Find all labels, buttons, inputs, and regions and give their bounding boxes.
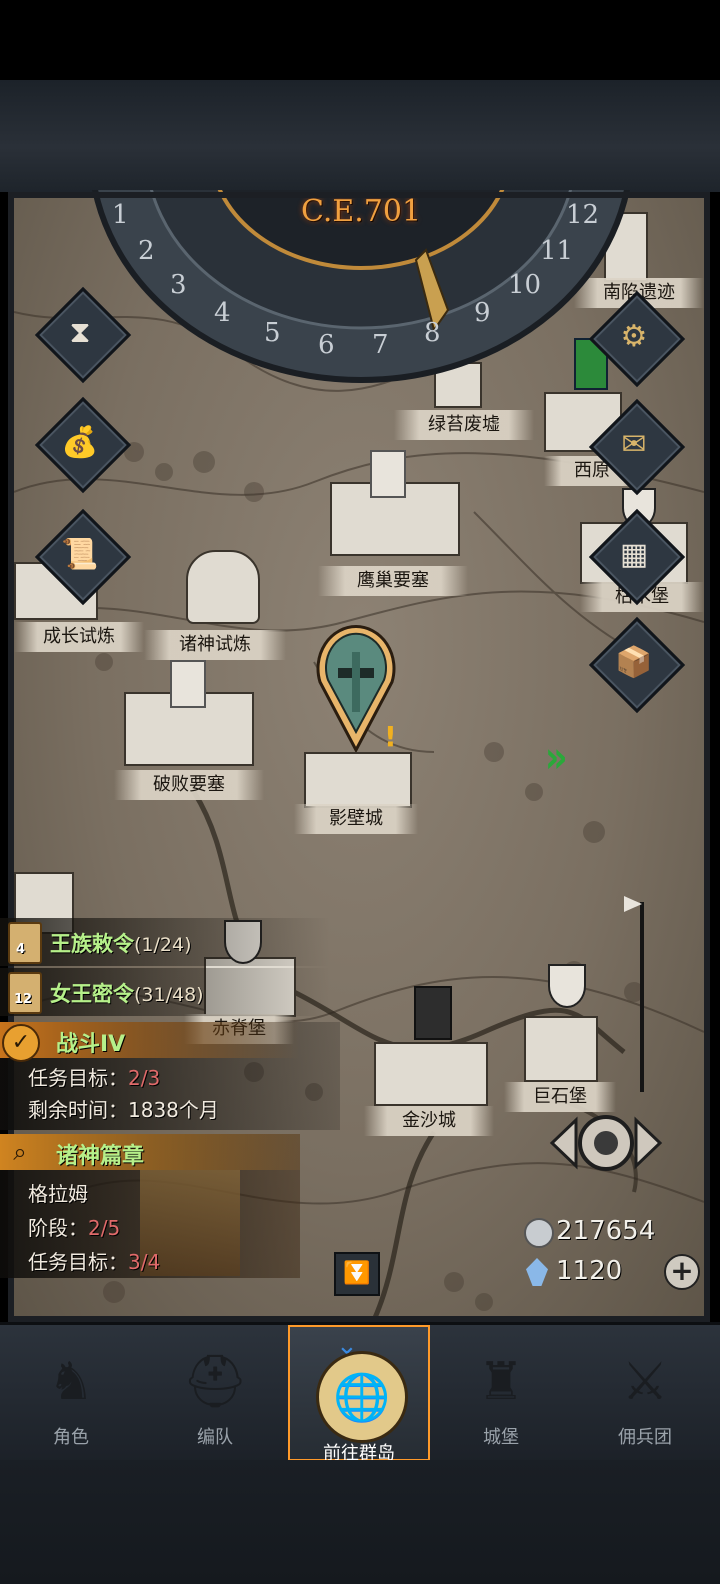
recenter-button[interactable] (548, 1108, 664, 1178)
castle-gate-icon: ▦ (619, 536, 649, 572)
quest-badge: 4 (16, 942, 26, 957)
quest-royal-order[interactable]: 4 王族敕令(1/24) (0, 918, 330, 966)
silver-counter: 217654 (520, 1214, 700, 1250)
location-label[interactable]: 绿苔废墟 (394, 410, 534, 440)
flag-pole (640, 902, 644, 1092)
knight-icon: ♞ (47, 1352, 95, 1412)
money-bag-button[interactable]: 💰 (34, 396, 132, 494)
flag-icon (624, 896, 642, 912)
scroll-button[interactable]: 📜 (34, 508, 132, 606)
quest-title: 王族敕令 (50, 932, 134, 956)
dial-number: 4 (214, 298, 231, 328)
castle-icon: ♜ (477, 1352, 525, 1412)
tab-label: 城堡 (483, 1427, 519, 1448)
crystal-amount: 1120 (556, 1256, 623, 1286)
helmet-icon: ⛑ (181, 1352, 248, 1412)
crystal-icon (526, 1258, 548, 1286)
dial-number: 12 (566, 200, 600, 230)
stage-label: 阶段： (28, 1216, 88, 1240)
quest-progress: (31/48) (134, 984, 204, 1006)
hero-name: 格拉姆 (28, 1182, 88, 1206)
quest-title: 女王密令 (50, 982, 134, 1006)
dial-number: 7 (372, 330, 389, 360)
trial-zhushen[interactable] (186, 550, 260, 624)
tab-label: 编队 (197, 1427, 233, 1448)
tab-castle[interactable]: ♜ 城堡 (430, 1325, 572, 1461)
tab-label: 角色 (53, 1427, 89, 1448)
double-chevron-right-icon[interactable]: » (545, 732, 568, 783)
location-label[interactable]: 诸神试炼 (144, 630, 286, 660)
castle-gate-button[interactable]: ▦ (588, 508, 686, 606)
dial-number: 2 (138, 236, 155, 266)
collapse-button[interactable]: ⏬ (334, 1252, 380, 1296)
location-label[interactable]: 鹰巢要塞 (318, 566, 468, 596)
dial-number: 3 (170, 270, 187, 300)
time-value: 1838个月 (128, 1098, 219, 1122)
city-yingbi[interactable] (304, 752, 412, 808)
alert-icon: ! (384, 720, 397, 753)
dial-number: 11 (540, 236, 574, 266)
white-banner (170, 660, 206, 708)
dial-number: 8 (424, 318, 441, 348)
tab-formation[interactable]: ⛑ 编队 (144, 1325, 286, 1461)
hourglass-button[interactable]: ⧗ (34, 286, 132, 384)
castle-jushi[interactable] (524, 1016, 598, 1082)
goal-label: 任务目标： (28, 1250, 128, 1274)
battle-quest-panel[interactable]: ✓ 战斗IV 任务目标：2/3 剩余时间：1838个月 (0, 1022, 340, 1130)
quest-progress: (1/24) (134, 934, 192, 956)
era-dial[interactable] (76, 150, 646, 390)
wolf-shield-icon (548, 964, 586, 1008)
goal-label: 任务目标： (28, 1066, 128, 1090)
quest-badge: 12 (14, 992, 33, 1007)
mail-icon: ✉ (621, 426, 647, 462)
dark-banner (414, 986, 452, 1040)
money-bag-icon: 💰 (61, 424, 99, 460)
supplies-button[interactable]: 📦 (588, 616, 686, 714)
goal-value: 2/3 (128, 1066, 161, 1090)
stage-value: 2/5 (88, 1216, 121, 1240)
bottom-nav-bar: ♞ 角色 ⛑ 编队 ⌄ 🌐 前往群岛 ♜ 城堡 ⚔ 佣兵团 (0, 1322, 720, 1464)
mercenary-icon: ⚔ (621, 1352, 669, 1412)
bottom-safe-area (0, 1460, 720, 1584)
dial-number: 9 (474, 298, 491, 328)
check-badge-icon: ✓ (2, 1024, 40, 1062)
silver-coin-icon (524, 1218, 554, 1248)
magnifier-icon: ⌕ (13, 1138, 27, 1166)
location-label[interactable]: 破败要塞 (114, 770, 264, 800)
supplies-icon: 📦 (615, 644, 653, 680)
settings-button[interactable]: ⚙ (588, 290, 686, 388)
era-year: C.E.701 (300, 194, 422, 229)
city-jinsha[interactable] (374, 1042, 488, 1106)
tab-go-to-islands[interactable]: ⌄ 🌐 前往群岛 (288, 1325, 430, 1464)
location-label[interactable]: 金沙城 (364, 1106, 494, 1136)
battle-quest-header (0, 1022, 300, 1058)
gods-chapter-title: 诸神篇章 (56, 1144, 145, 1169)
goal-value: 3/4 (128, 1250, 161, 1274)
white-banner (370, 450, 406, 498)
tab-mercenary[interactable]: ⚔ 佣兵团 (574, 1325, 716, 1461)
collapse-down-icon: ⏬ (343, 1261, 371, 1286)
dial-number: 10 (508, 270, 542, 300)
tab-label: 佣兵团 (618, 1427, 672, 1448)
silver-amount: 217654 (556, 1216, 656, 1246)
gear-icon: ⚙ (620, 318, 648, 354)
time-label: 剩余时间： (28, 1098, 128, 1122)
quest-queen-order[interactable]: 12 女王密令(31/48) (0, 968, 330, 1016)
location-label[interactable]: 影壁城 (294, 804, 418, 834)
mail-button[interactable]: ✉ (588, 398, 686, 496)
dial-number: 5 (264, 318, 281, 348)
battle-quest-title: 战斗IV (56, 1032, 126, 1057)
gods-chapter-header (0, 1134, 300, 1170)
scroll-icon: 📜 (61, 536, 99, 572)
tab-character[interactable]: ♞ 角色 (0, 1325, 142, 1461)
add-crystal-button[interactable]: + (664, 1254, 700, 1290)
dial-number: 1 (112, 200, 129, 230)
location-label[interactable]: 成长试炼 (14, 622, 144, 652)
dial-number: 6 (318, 330, 335, 360)
hourglass-icon: ⧗ (69, 314, 91, 350)
gods-chapter-panel[interactable]: ⌕ 诸神篇章 格拉姆 阶段：2/5 任务目标：3/4 (0, 1134, 300, 1278)
globe-icon: 🌐 (316, 1351, 408, 1443)
